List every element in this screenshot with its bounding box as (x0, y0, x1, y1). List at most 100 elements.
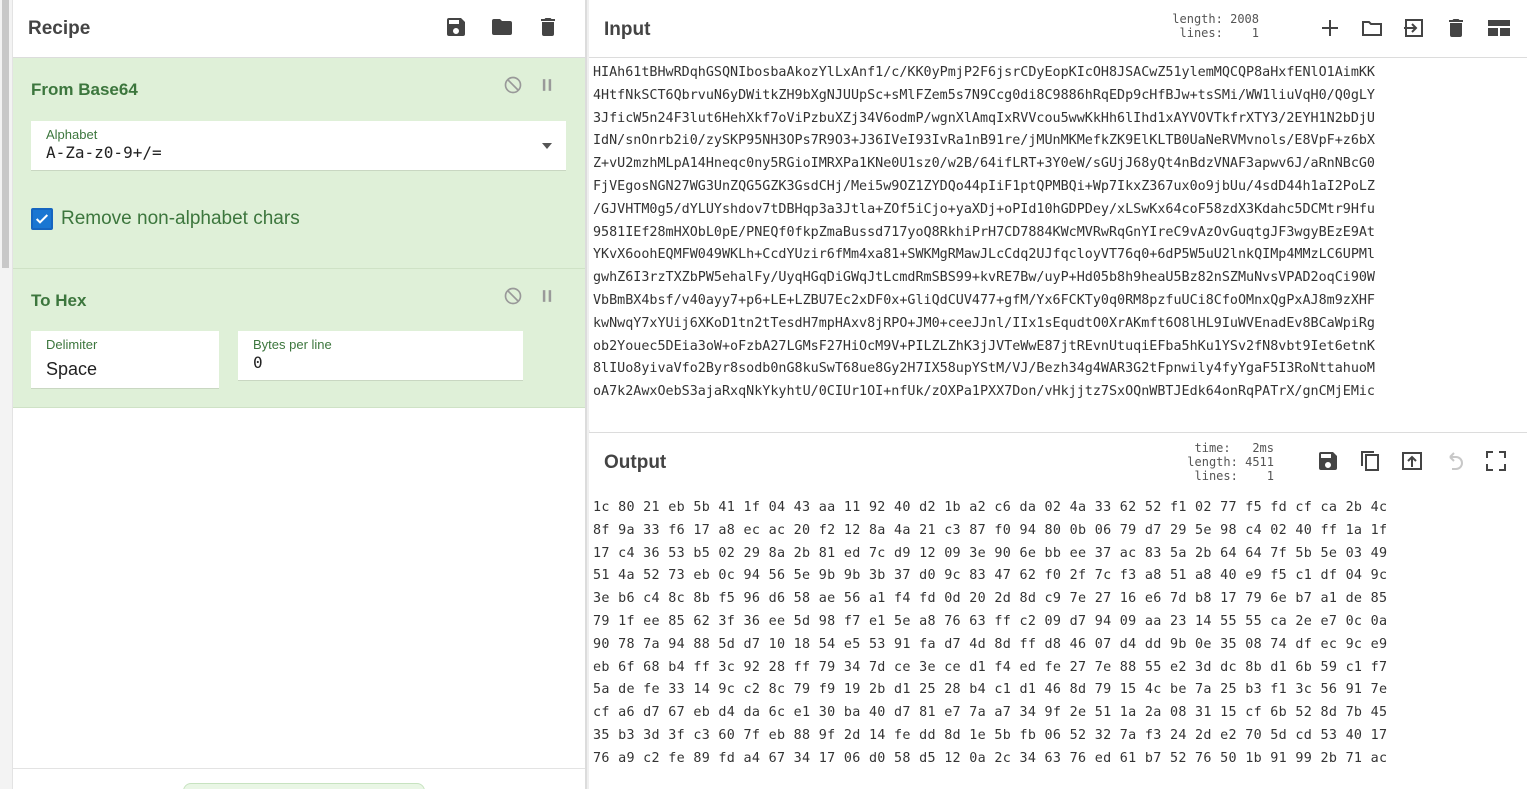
input-file-icon (1404, 19, 1423, 37)
pause-icon[interactable] (537, 75, 557, 95)
recipe-header: Recipe (13, 0, 585, 58)
input-line: /GJVHTM0g5/dYLUYshdov7tDBHqp3a3Jtla+ZOf5… (593, 201, 1375, 217)
pause-icon[interactable] (537, 286, 557, 306)
output-stats: time: 2ms length: 4511 lines: 1 (1169, 441, 1274, 483)
scrollbar-thumb[interactable] (2, 0, 9, 268)
reset-layout-button[interactable] (1483, 13, 1513, 43)
output-line: 1c 80 21 eb 5b 41 1f 04 43 aa 11 92 40 d… (593, 500, 1388, 515)
output-line: 35 b3 3d 3f c3 60 7f eb 88 9f 2d 14 fe d… (593, 727, 1388, 743)
bake-button[interactable] (183, 783, 425, 789)
operation-to-hex[interactable]: To Hex Delimiter Space Bytes per line 0 (13, 269, 585, 408)
undo-icon (1449, 452, 1463, 470)
maximise-output-button[interactable] (1481, 446, 1511, 476)
save-icon (447, 18, 465, 36)
disable-icon[interactable] (503, 75, 523, 95)
trash-icon (1449, 19, 1463, 37)
output-line: 5a de fe 33 14 9c c2 8c 79 f9 19 2b d1 2… (593, 682, 1388, 698)
lines-label: lines: (1194, 469, 1238, 483)
input-textarea[interactable]: HIAh61tBHwRDqhGSQNIbosbaAkozYlLxAnf1/c/K… (593, 62, 1527, 428)
cyberchef-app: Recipe From Base64 Alphabet A-Za-z0-9+/=… (0, 0, 1527, 789)
checkmark-icon (35, 214, 49, 224)
replace-input-button[interactable] (1397, 446, 1427, 476)
delimiter-label: Delimiter (46, 337, 98, 352)
bake-area (13, 768, 585, 789)
operation-title: From Base64 (31, 80, 138, 99)
clear-recipe-button[interactable] (533, 12, 563, 42)
alphabet-value: A-Za-z0-9+/= (46, 143, 162, 162)
output-length-row: length: 4511 (1169, 455, 1274, 469)
output-length-value: 4511 (1245, 455, 1274, 469)
operation-from-base64[interactable]: From Base64 Alphabet A-Za-z0-9+/= Remove… (13, 58, 585, 269)
input-line: kwNwqY7xYUij6XKoD1tn2tTesdH7mpHAxv8jRPO+… (593, 315, 1375, 331)
output-lines-row: lines: 1 (1169, 469, 1275, 483)
layout-icon (1488, 20, 1510, 36)
save-recipe-button[interactable] (441, 12, 471, 42)
open-input-folder-button[interactable] (1357, 13, 1387, 43)
input-actions (1315, 13, 1513, 43)
output-time-row: time: 2ms (1169, 441, 1275, 455)
length-label: length: (1187, 455, 1238, 469)
output-actions (1313, 446, 1511, 476)
clear-input-button[interactable] (1441, 13, 1471, 43)
folder-icon (492, 19, 512, 35)
output-line: cf a6 d7 67 eb d4 da 6c e1 30 ba 40 d7 8… (593, 705, 1388, 721)
output-line: 90 78 7a 94 88 5d d7 10 18 54 e5 53 91 f… (593, 636, 1388, 652)
input-line: 8lIUo8yivaVfo2Byr8sodb0nG8kuSwT68ue8Gy2H… (593, 361, 1375, 377)
bytes-per-line-input[interactable]: Bytes per line 0 (238, 331, 523, 381)
input-pane: Input length: 2008 lines: 1 HIAh61tBHwRD… (589, 0, 1527, 430)
trash-icon (541, 18, 555, 36)
operations-pane-edge (0, 0, 13, 789)
remove-non-alphabet-checkbox[interactable] (31, 208, 53, 230)
input-title: Input (604, 19, 651, 40)
output-line: 76 a9 c2 fe 89 fd a4 67 34 17 06 d0 58 d… (593, 750, 1388, 766)
output-textarea[interactable]: 1c 80 21 eb 5b 41 1f 04 43 aa 11 92 40 d… (593, 497, 1527, 789)
output-lines-value: 1 (1266, 469, 1274, 483)
output-line: 17 c4 36 53 b5 02 29 8a 2b 81 ed 7c d9 1… (593, 545, 1388, 561)
input-length-value: 2008 (1230, 12, 1259, 26)
recipe-actions (441, 12, 563, 42)
input-line: 4HtfNkSCT6QbrvuN6yDWitkZH9bXgNJUUpSc+sMl… (593, 87, 1375, 103)
output-title: Output (604, 452, 667, 473)
open-input-file-button[interactable] (1399, 13, 1429, 43)
input-line: oA7k2AwxOebS3ajaRxqNkYkyhtU/0CIUr1OI+nfU… (593, 384, 1375, 400)
output-line: 3e b6 c4 8c 8b f5 96 d6 58 ae 56 a1 f4 f… (593, 591, 1388, 607)
operation-controls (503, 286, 557, 306)
add-input-tab-button[interactable] (1315, 13, 1345, 43)
alphabet-label: Alphabet (46, 127, 98, 142)
lines-label: lines: (1179, 26, 1223, 40)
copy-icon (1361, 451, 1379, 471)
disable-icon[interactable] (503, 286, 523, 306)
chevron-down-icon (542, 143, 552, 149)
remove-non-alphabet-label: Remove non-alphabet chars (61, 208, 300, 229)
operation-title: To Hex (31, 291, 87, 310)
input-length-row: length: 2008 (1159, 12, 1259, 26)
input-line: YKvX6oohEQMFW049WKLh+CcdYUzir6fMm4xa81+S… (593, 247, 1375, 263)
output-line: 51 4a 52 73 eb 0c 94 56 5e 9b 9b 3b 37 d… (593, 568, 1388, 584)
save-output-button[interactable] (1313, 446, 1343, 476)
alphabet-select[interactable]: Alphabet A-Za-z0-9+/= (31, 121, 566, 171)
folder-outline-icon (1362, 21, 1382, 36)
delimiter-value: Space (46, 359, 98, 379)
recipe-pane: Recipe From Base64 Alphabet A-Za-z0-9+/=… (13, 0, 586, 789)
input-line: HIAh61tBHwRDqhGSQNIbosbaAkozYlLxAnf1/c/K… (593, 65, 1375, 80)
input-line: 3JficW5n24F3lut6HehXkf7oViPzbuXZj34V6odm… (593, 110, 1375, 126)
plus-icon (1322, 20, 1338, 36)
remove-non-alphabet-option[interactable]: Remove non-alphabet chars (31, 208, 300, 230)
input-line: 9581IEf28mHXObL0pE/PNEQf0fkpZmaBussd717y… (593, 224, 1375, 240)
input-stats: length: 2008 lines: 1 (1159, 12, 1259, 40)
undo-button[interactable] (1439, 446, 1469, 476)
copy-output-button[interactable] (1355, 446, 1385, 476)
save-icon (1319, 452, 1337, 470)
output-line: 8f 9a 33 f6 17 a8 ec ac 20 f2 12 8a 4a 2… (593, 522, 1388, 538)
input-line: ob2Youec5DEia3oW+oFzbA27LGMsF27HiOcM9V+P… (593, 338, 1375, 354)
operation-controls (503, 75, 557, 95)
delimiter-select[interactable]: Delimiter Space (31, 331, 219, 389)
move-to-input-icon (1402, 452, 1422, 470)
output-line: eb 6f 68 b4 ff 3c 92 28 ff 79 34 7d ce 3… (593, 659, 1388, 675)
input-line: Z+vU2mzhMLpA14Hneqc0ny5RGioIMRXPa1KNe0U1… (593, 156, 1375, 172)
bytes-per-line-label: Bytes per line (253, 337, 332, 352)
load-recipe-button[interactable] (487, 12, 517, 42)
fullscreen-icon (1486, 451, 1506, 471)
time-label: time: (1194, 441, 1231, 455)
input-header: Input length: 2008 lines: 1 (589, 0, 1527, 58)
